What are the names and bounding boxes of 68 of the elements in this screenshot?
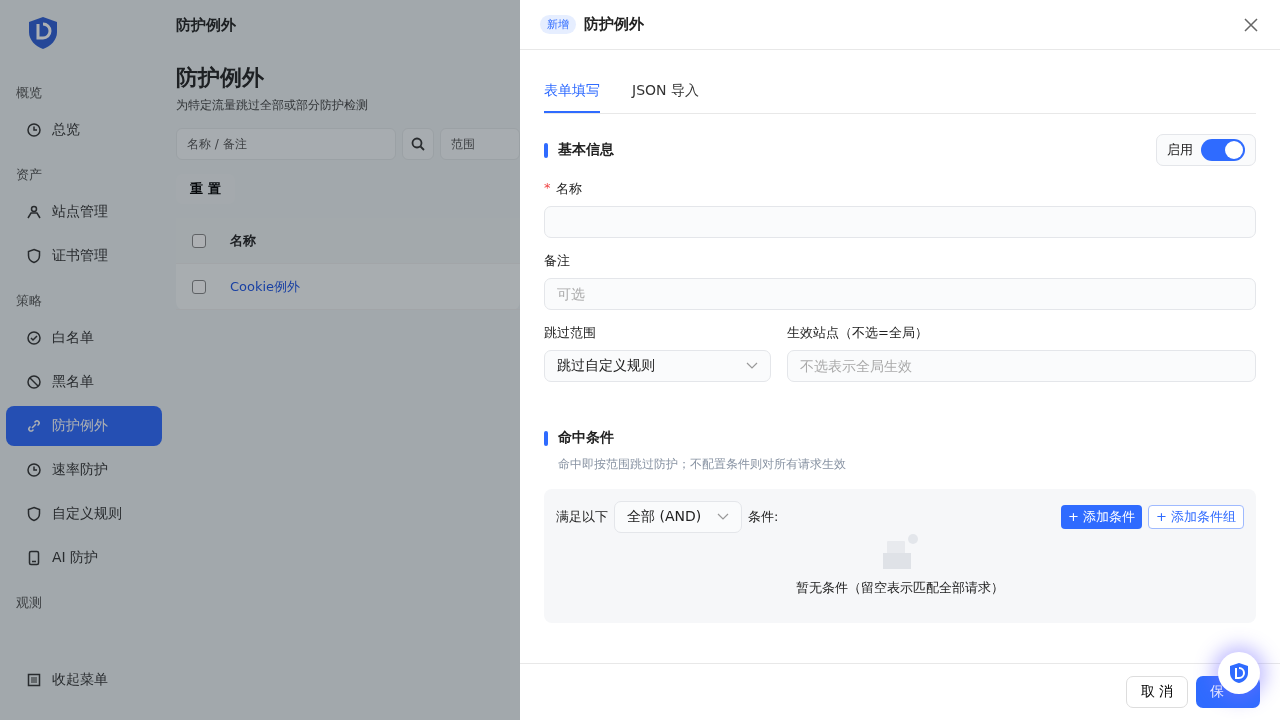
breadcrumb: 防护例外 [176,16,236,35]
accent-bar [544,430,548,446]
toggle-switch[interactable] [1201,139,1245,161]
section-hint: 命中即按范围跳过防护；不配置条件则对所有请求生效 [558,456,847,473]
input-field[interactable]: 可选 [544,278,1256,310]
page-subtitle: 为特定流量跳过全部或部分防护检测 [176,97,368,114]
check-circle-icon [26,330,42,346]
people-icon [26,204,42,220]
sidebar-item[interactable]: 自定义规则 [6,494,162,534]
section-heading: 观测 [15,594,43,612]
accent-bar [544,142,548,158]
section-heading: 概览 [15,84,43,102]
clock-icon [26,122,42,138]
sidebar-item[interactable]: 站点管理 [6,192,162,232]
collapse-menu-button[interactable]: 收起菜单 [6,660,162,700]
shield-icon [26,248,42,264]
search-field[interactable]: 名称 / 备注 [176,128,396,160]
section-heading: 资产 [15,166,43,184]
sidebar-item[interactable]: AI 防护 [6,538,162,578]
chevron-down-icon [746,362,758,370]
checkbox[interactable] [192,233,206,248]
input-field[interactable] [544,206,1256,238]
logo-icon [28,16,58,50]
sidebar-item[interactable]: 白名单 [6,318,162,358]
empty-message: 暂无条件（留空表示匹配全部请求） [796,579,1004,597]
drawer-title: 防护例外 [584,15,645,34]
sidebar-item[interactable]: 总览 [6,110,162,150]
close-icon [1244,17,1258,32]
column-header: 名称 [230,231,256,250]
field-label: 生效站点（不选=全局） [787,324,928,342]
new-badge: 新增 [540,15,576,34]
input-field[interactable]: 不选表示全局生效 [787,350,1256,382]
search-icon [410,136,426,152]
toggle-label: 启用 [1167,141,1193,159]
sidebar-item[interactable]: 黑名单 [6,362,162,402]
section-title: 基本信息 [558,141,615,159]
clock-icon [26,462,42,478]
shield-icon [26,506,42,522]
close-button[interactable] [1242,15,1260,34]
name-link[interactable]: Cookie例外 [230,277,301,296]
logo-icon [1227,661,1251,685]
field-label: 名称 [555,180,582,198]
condition-suffix: 条件: [748,508,779,526]
match-mode-select[interactable]: 全部 (AND) [614,501,742,533]
section-heading: 策略 [15,292,43,310]
menu-icon [26,672,42,688]
tab[interactable]: 表单填写 [544,72,600,113]
page-title: 防护例外 [176,64,264,92]
link-icon [26,418,42,434]
sidebar-item[interactable]: 防护例外 [6,406,162,446]
sidebar-item[interactable]: 证书管理 [6,236,162,276]
ban-icon [26,374,42,390]
tab[interactable]: JSON 导入 [632,72,699,113]
sidebar-item[interactable]: 速率防护 [6,450,162,490]
chevron-down-icon [717,513,729,521]
checkbox[interactable] [192,279,206,294]
cancel-button[interactable]: 取 消 [1125,676,1188,708]
search-button[interactable] [402,128,434,160]
field-label: 跳过范围 [544,324,596,342]
scope-filter[interactable]: 范围 [440,128,520,160]
field-label: 备注 [544,252,570,270]
condition-prefix: 满足以下 [556,508,608,526]
device-icon [26,550,42,566]
add-condition-button[interactable]: + 添加条件 [1060,505,1142,529]
required-mark: * [544,180,551,197]
add-group-button[interactable]: + 添加条件组 [1147,505,1244,529]
scope-select[interactable]: 跳过自定义规则 [544,350,771,382]
section-title: 命中条件 [558,429,615,447]
